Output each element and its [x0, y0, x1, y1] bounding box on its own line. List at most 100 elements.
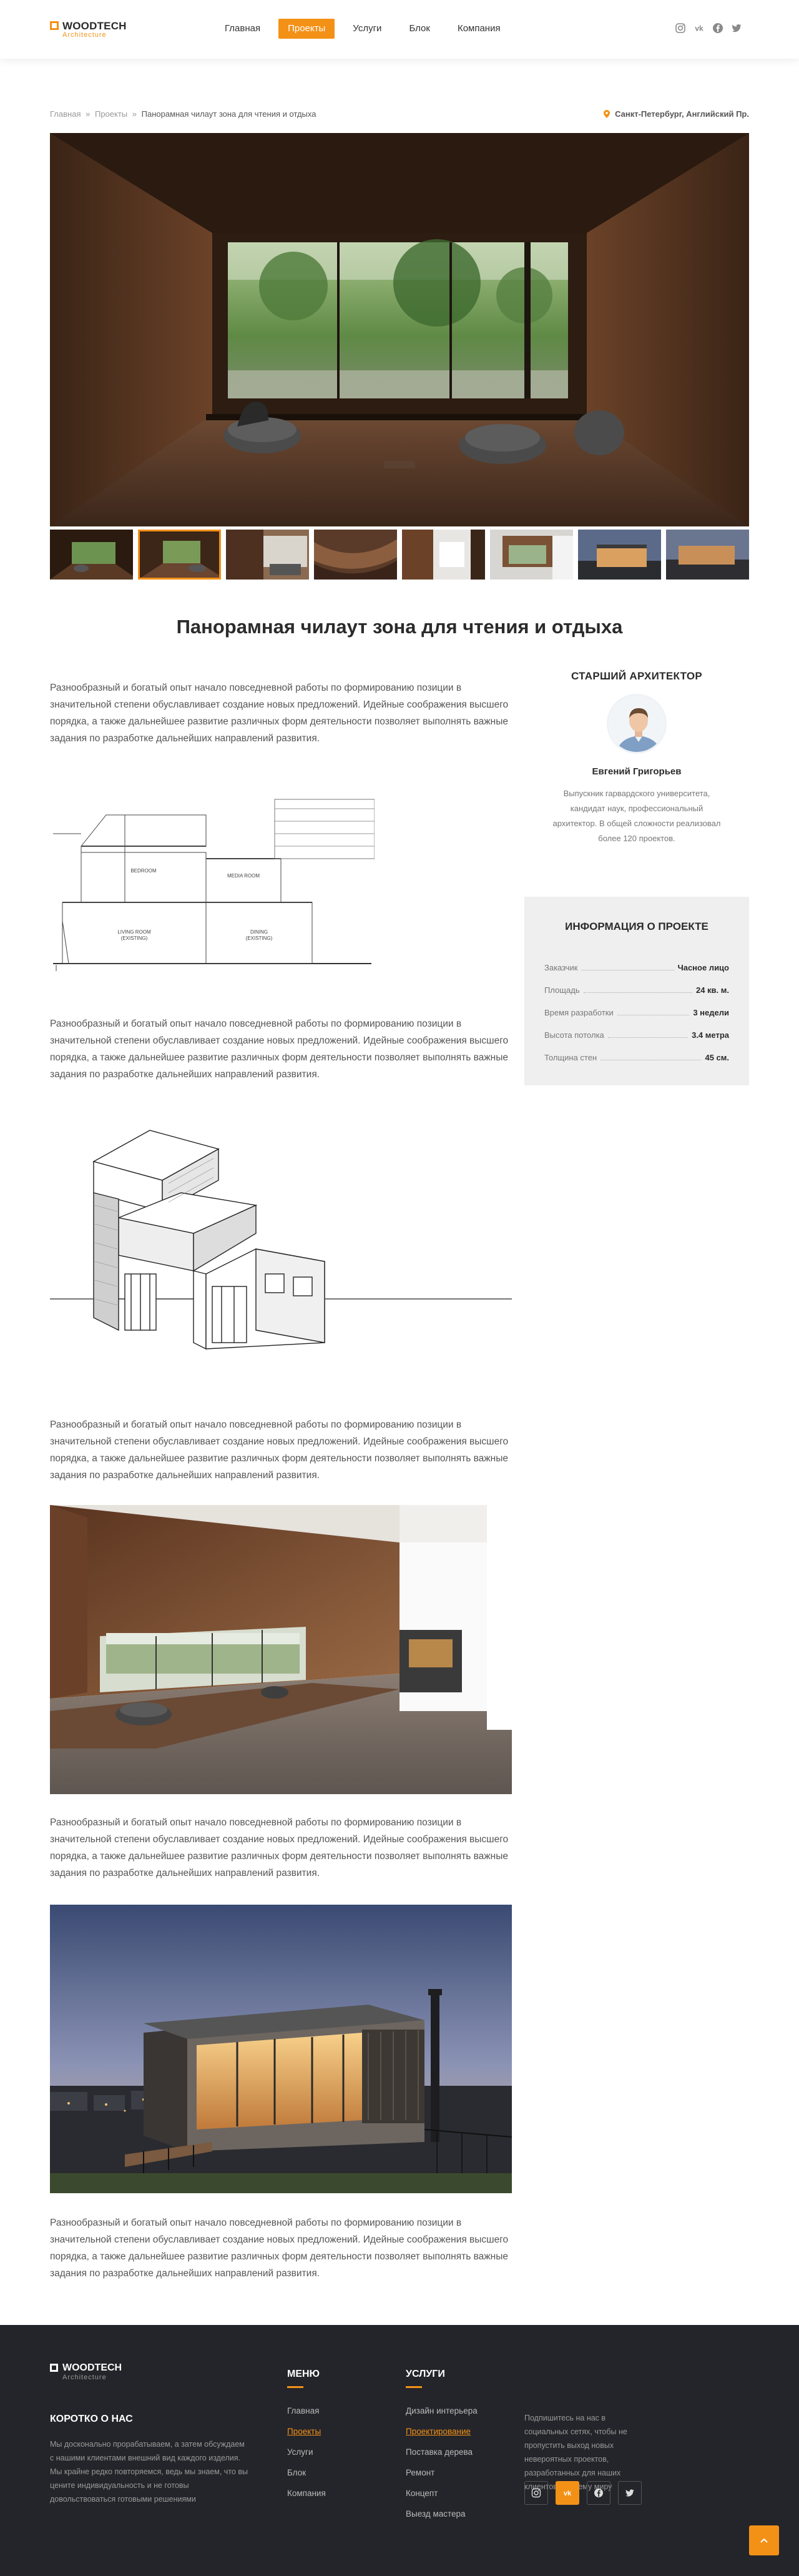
- project-description: Разнообразный и богатый опыт начало повс…: [50, 1019, 509, 1080]
- twitter-icon[interactable]: [618, 2481, 642, 2505]
- avatar: [607, 694, 667, 754]
- info-value: 45 см.: [705, 1053, 729, 1062]
- nav-item-projects[interactable]: Проекты: [278, 19, 335, 39]
- footer-services: Услуги Дизайн интерьера Проектирование П…: [406, 2369, 478, 2524]
- footer-logo[interactable]: WOODTECH Architecture: [50, 2362, 150, 2384]
- footer-service-design[interactable]: Проектирование: [406, 2421, 478, 2442]
- footer-service-visit[interactable]: Выезд мастера: [406, 2504, 478, 2524]
- svg-text:BEDROOM: BEDROOM: [130, 868, 157, 874]
- info-key: Заказчик: [544, 963, 578, 972]
- facebook-icon[interactable]: [587, 2481, 610, 2505]
- info-leader: [607, 1037, 689, 1038]
- thumbnail[interactable]: [666, 530, 749, 580]
- vk-icon[interactable]: vk: [694, 22, 705, 34]
- section-drawing-image: BEDROOM MEDIA ROOM LIVING ROOM (EXISTING…: [50, 777, 375, 984]
- footer-about-text: Мы досконально прорабатываем, а затем об…: [50, 2440, 248, 2504]
- project-description: Разнообразный и богатый опыт начало повс…: [50, 1419, 509, 1481]
- hero-image[interactable]: [50, 133, 749, 526]
- footer-socials: vk: [524, 2481, 642, 2505]
- architect-bio: Выпускник гарвардского университета, кан…: [552, 789, 721, 843]
- thumbnail[interactable]: [578, 530, 661, 580]
- footer-link-home[interactable]: Главная: [287, 2401, 326, 2421]
- breadcrumb-link-home[interactable]: Главная: [50, 109, 81, 119]
- sketch-drawing-image: [50, 1124, 512, 1358]
- nav-item-home[interactable]: Главная: [215, 19, 270, 39]
- thumbnail[interactable]: [490, 530, 573, 580]
- svg-text:LIVING ROOM: LIVING ROOM: [117, 929, 151, 935]
- logo-mark-icon: [50, 2364, 58, 2372]
- nav-item-blog[interactable]: Блок: [400, 19, 439, 39]
- footer-menu: Меню Главная Проекты Услуги Блок Компани…: [287, 2369, 326, 2504]
- exterior-photo[interactable]: [50, 1905, 512, 2193]
- info-leader: [583, 992, 692, 993]
- instagram-icon[interactable]: [675, 22, 686, 34]
- footer-service-wood[interactable]: Поставка дерева: [406, 2442, 478, 2462]
- info-row-duration: Время разработки 3 недели: [544, 995, 729, 1018]
- location-text: Санкт-Петербург, Английский Пр.: [615, 109, 749, 119]
- footer-link-projects[interactable]: Проекты: [287, 2421, 326, 2442]
- logo-mark-icon: [50, 21, 59, 30]
- footer-service-interior[interactable]: Дизайн интерьера: [406, 2401, 478, 2421]
- info-value: 24 кв. м.: [695, 985, 729, 995]
- logo-name: WOODTECH: [62, 20, 127, 32]
- svg-text:vk: vk: [564, 2490, 572, 2497]
- site-footer: WOODTECH Architecture Коротко о нас Мы д…: [0, 2325, 799, 2576]
- vk-icon[interactable]: vk: [556, 2481, 579, 2505]
- architect-card: Старший архитектор Евгений Григорьев Вып…: [524, 670, 749, 846]
- project-description: Разнообразный и богатый опыт начало повс…: [50, 1817, 509, 1878]
- info-value: 3 недели: [693, 1008, 729, 1017]
- info-row-area: Площадь 24 кв. м.: [544, 973, 729, 995]
- project-info-heading: Информация о проекте: [565, 920, 708, 932]
- interior-photo[interactable]: [50, 1505, 512, 1794]
- footer-menu-title: Меню: [287, 2369, 320, 2379]
- footer-services-title: Услуги: [406, 2369, 445, 2379]
- thumbnail-strip: [50, 530, 749, 580]
- info-value: 3.4 метра: [692, 1030, 729, 1040]
- twitter-icon[interactable]: [731, 22, 742, 34]
- project-info-card: Информация о проекте Заказчик Часное лицо…: [524, 897, 749, 1085]
- site-header: WOODTECH Architecture Главная Проекты Ус…: [0, 0, 799, 59]
- breadcrumb-separator: »: [132, 109, 137, 119]
- info-key: Высота потолка: [544, 1030, 604, 1040]
- info-value: Часное лицо: [677, 963, 729, 972]
- thumbnail[interactable]: [226, 530, 309, 580]
- footer-service-repair[interactable]: Ремонт: [406, 2462, 478, 2483]
- footer-link-blog[interactable]: Блок: [287, 2462, 326, 2483]
- breadcrumb: Главная » Проекты » Панорамная чилаут зо…: [50, 109, 318, 119]
- info-key: Площадь: [544, 985, 580, 995]
- footer-about-title: Коротко о нас: [50, 2414, 133, 2424]
- footer-logo-name: WOODTECH: [62, 2362, 122, 2373]
- thumbnail[interactable]: [402, 530, 485, 580]
- nav-item-services[interactable]: Услуги: [343, 19, 391, 39]
- title-underline: [406, 2386, 422, 2388]
- svg-text:(EXISTING): (EXISTING): [121, 935, 148, 941]
- project-title: Панорамная чилаут зона для чтения и отды…: [176, 616, 623, 638]
- breadcrumb-separator: »: [86, 109, 91, 119]
- nav-item-company[interactable]: Компания: [448, 19, 510, 39]
- footer-service-concept[interactable]: Концепт: [406, 2483, 478, 2504]
- title-underline: [287, 2386, 303, 2388]
- project-description: Разнообразный и богатый опыт начало повс…: [50, 683, 509, 744]
- breadcrumb-link-projects[interactable]: Проекты: [95, 109, 127, 119]
- project-location: Санкт-Петербург, Английский Пр.: [604, 109, 749, 119]
- svg-text:vk: vk: [695, 24, 703, 33]
- svg-text:(EXISTING): (EXISTING): [246, 935, 273, 941]
- thumbnail-active[interactable]: [138, 530, 221, 580]
- header-socials: vk: [675, 22, 742, 34]
- breadcrumb-current: Панорамная чилаут зона для чтения и отды…: [141, 109, 316, 119]
- facebook-icon[interactable]: [712, 22, 723, 34]
- thumbnail[interactable]: [314, 530, 397, 580]
- info-row-ceiling: Высота потолка 3.4 метра: [544, 1018, 729, 1040]
- main-nav: Главная Проекты Услуги Блок Компания: [215, 19, 510, 39]
- info-key: Толщина стен: [544, 1053, 597, 1062]
- scroll-to-top-button[interactable]: [749, 2525, 779, 2555]
- info-row-walls: Толщина стен 45 см.: [544, 1040, 729, 1063]
- footer-link-services[interactable]: Услуги: [287, 2442, 326, 2462]
- architect-heading: Старший архитектор: [571, 670, 702, 682]
- footer-link-company[interactable]: Компания: [287, 2483, 326, 2504]
- logo[interactable]: WOODTECH Architecture: [50, 20, 144, 40]
- location-pin-icon: [604, 110, 610, 118]
- thumbnail[interactable]: [50, 530, 133, 580]
- instagram-icon[interactable]: [524, 2481, 548, 2505]
- footer-logo-subtitle: Architecture: [62, 2374, 107, 2381]
